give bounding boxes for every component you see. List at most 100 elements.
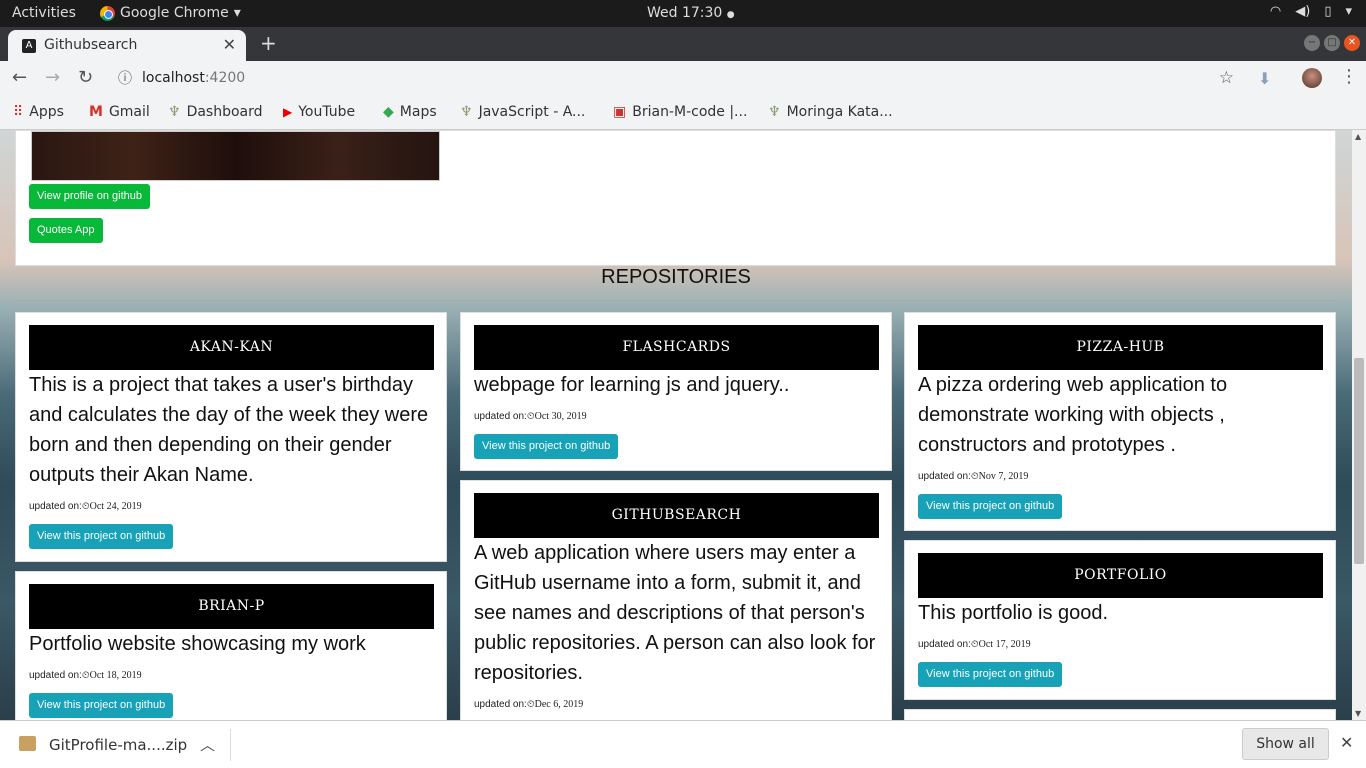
close-tab-icon[interactable]: ✕: [223, 35, 236, 54]
view-project-button[interactable]: View this project on github: [918, 662, 1063, 687]
updated-label: updated on:: [474, 411, 527, 422]
repo-description: Portfolio website showcasing my work: [29, 633, 366, 655]
moringa-icon: ♆: [460, 104, 473, 120]
show-all-button[interactable]: Show all: [1242, 728, 1329, 760]
repo-card: PIZZA-HUB A pizza ordering web applicati…: [904, 312, 1336, 531]
moringa-icon: ♆: [768, 104, 781, 120]
notification-dot-icon: ●: [726, 10, 735, 20]
download-arrow-icon[interactable]: ⬇: [1258, 69, 1271, 88]
url-host: localhost: [142, 70, 205, 86]
chevron-up-icon[interactable]: ︿: [200, 734, 215, 755]
bookmark-star-icon[interactable]: ☆: [1219, 68, 1234, 88]
app-menu[interactable]: Google Chrome ▾: [100, 5, 241, 21]
youtube-icon: ▶: [283, 105, 293, 119]
gmail-icon: M: [89, 104, 103, 120]
back-icon[interactable]: ←: [12, 67, 27, 88]
view-profile-button[interactable]: View profile on github: [29, 184, 150, 209]
view-project-button[interactable]: View this project on github: [474, 434, 619, 459]
chrome-logo-icon: [100, 5, 115, 21]
forward-icon[interactable]: →: [45, 67, 60, 88]
minimize-icon[interactable]: −: [1304, 35, 1320, 51]
repo-updated: updated on:⏲Nov 7, 2019: [918, 471, 1028, 482]
updated-date: Oct 17, 2019: [978, 639, 1031, 650]
maximize-icon[interactable]: □: [1324, 35, 1340, 51]
volume-icon: ◀): [1295, 4, 1311, 19]
chevron-down-icon: ▾: [233, 5, 241, 21]
bookmark-maps[interactable]: ◆ Maps: [383, 104, 437, 120]
url-text: localhost:4200: [142, 70, 245, 86]
clock-icon: ⏲: [970, 471, 979, 482]
apps-grid-icon: ⠿: [13, 104, 24, 120]
clock-time: Wed 17:30: [647, 5, 723, 21]
scroll-up-icon[interactable]: ▲: [1355, 132, 1361, 141]
bookmark-label: Moringa Kata...: [786, 104, 893, 120]
repo-description: This is a project that takes a user's bi…: [29, 374, 429, 486]
repositories-heading: REPOSITORIES: [601, 266, 751, 288]
os-top-bar: Activities Google Chrome ▾ Wed 17:30 ● ◠…: [0, 0, 1366, 27]
bookmark-codepen[interactable]: ▣ Brian-M-code |...: [613, 104, 747, 120]
site-info-icon[interactable]: ⓘ: [118, 68, 132, 88]
angular-favicon-icon: A: [22, 39, 36, 53]
bookmark-moringa-kata[interactable]: ♆ Moringa Kata...: [768, 104, 893, 120]
repo-card: [904, 709, 1336, 720]
close-window-icon[interactable]: ✕: [1344, 35, 1360, 51]
page-viewport: View profile on github Quotes App REPOSI…: [0, 130, 1352, 720]
activities-button[interactable]: Activities: [12, 5, 76, 21]
downloads-bar: GitProfile-ma....zip ︿ Show all ✕: [0, 720, 1366, 768]
bookmark-javascript[interactable]: ♆ JavaScript - A...: [460, 104, 585, 120]
maps-icon: ◆: [383, 104, 394, 120]
repo-card: FLASHCARDS webpage for learning js and j…: [460, 312, 892, 471]
updated-label: updated on:: [29, 670, 82, 681]
profile-photo: [31, 131, 440, 181]
view-project-button[interactable]: View this project on github: [29, 693, 174, 718]
page-scrollbar[interactable]: ▲ ▼: [1352, 130, 1366, 720]
bookmark-gmail[interactable]: M Gmail: [89, 104, 150, 120]
system-tray[interactable]: ◠ ◀) ▯ ▾: [1270, 4, 1352, 19]
tab-githubsearch[interactable]: A Githubsearch ✕: [8, 30, 246, 61]
bookmark-youtube[interactable]: ▶ YouTube: [283, 104, 355, 120]
url-port: :4200: [204, 70, 246, 86]
updated-date: Oct 24, 2019: [89, 501, 142, 512]
repo-updated: updated on:⏲Oct 17, 2019: [918, 639, 1031, 650]
bookmark-label: YouTube: [298, 104, 356, 120]
close-downloads-icon[interactable]: ✕: [1340, 733, 1353, 752]
battery-icon: ▯: [1324, 4, 1332, 19]
updated-label: updated on:: [918, 471, 971, 482]
download-file-name[interactable]: GitProfile-ma....zip: [49, 736, 187, 754]
updated-date: Oct 18, 2019: [89, 670, 142, 681]
updated-label: updated on:: [474, 699, 527, 710]
repo-updated: updated on:⏲Oct 18, 2019: [29, 670, 142, 681]
repo-name: GITHUBSEARCH: [474, 493, 879, 538]
new-tab-icon[interactable]: +: [260, 31, 277, 55]
bookmark-dashboard[interactable]: ♆ Dashboard: [168, 104, 263, 120]
zip-file-icon: [19, 736, 36, 751]
bookmark-apps[interactable]: ⠿ Apps: [13, 104, 64, 120]
clock-icon: ⏲: [526, 699, 535, 710]
menu-kebab-icon[interactable]: ⋮: [1340, 66, 1358, 87]
updated-label: updated on:: [918, 639, 971, 650]
bookmark-label: Brian-M-code |...: [632, 104, 748, 120]
profile-avatar[interactable]: [1302, 68, 1322, 88]
repo-updated: updated on:⏲Oct 24, 2019: [29, 501, 142, 512]
repo-card: AKAN-KAN This is a project that takes a …: [15, 312, 447, 562]
bookmark-label: Dashboard: [186, 104, 263, 120]
repo-card: GITHUBSEARCH A web application where use…: [460, 480, 892, 720]
view-project-button[interactable]: View this project on github: [918, 494, 1063, 519]
address-bar[interactable]: ⓘ localhost:4200 ☆: [108, 65, 1248, 93]
repo-card: BRIAN-P Portfolio website showcasing my …: [15, 571, 447, 720]
scrollbar-thumb[interactable]: [1354, 358, 1364, 564]
repo-name: FLASHCARDS: [474, 325, 879, 370]
window-controls: − □ ✕: [1304, 35, 1360, 51]
repo-description: webpage for learning js and jquery..: [474, 374, 790, 396]
divider: [15, 300, 1336, 301]
clock-icon: ⏲: [970, 639, 979, 650]
reload-icon[interactable]: ↻: [78, 67, 93, 88]
quotes-app-button[interactable]: Quotes App: [29, 218, 103, 243]
profile-card: View profile on github Quotes App: [15, 130, 1336, 266]
repo-updated: updated on:⏲Dec 6, 2019: [474, 699, 583, 710]
clock[interactable]: Wed 17:30 ●: [647, 5, 735, 21]
scroll-down-icon[interactable]: ▼: [1355, 709, 1361, 718]
tab-strip: A Githubsearch ✕ + − □ ✕: [0, 27, 1366, 61]
view-project-button[interactable]: View this project on github: [29, 524, 174, 549]
updated-date: Oct 30, 2019: [534, 411, 587, 422]
